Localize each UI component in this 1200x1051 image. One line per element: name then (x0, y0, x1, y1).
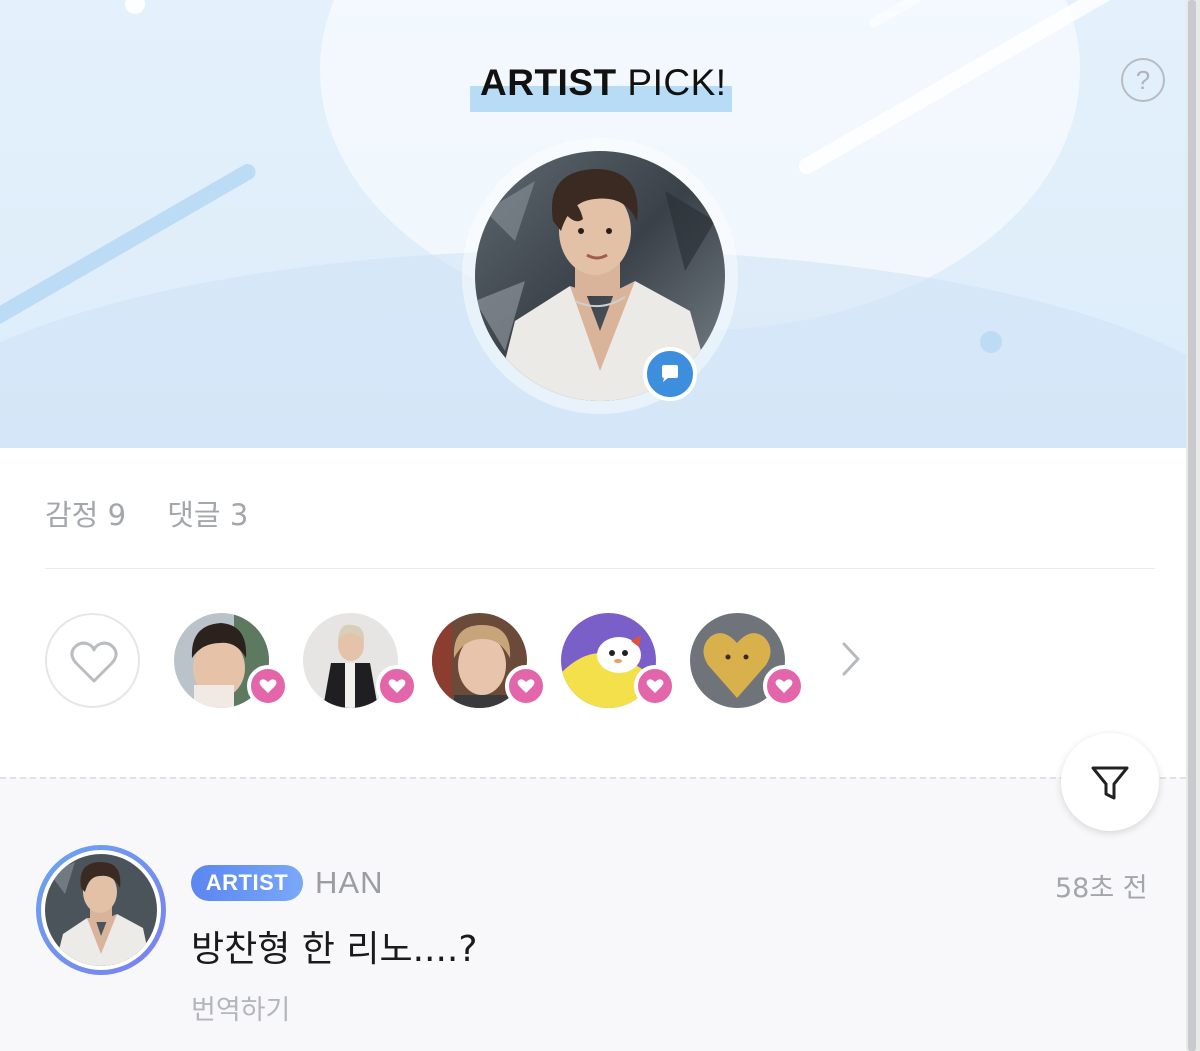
comment-author-avatar[interactable] (41, 850, 161, 970)
comment-author-name[interactable]: HAN (315, 865, 383, 901)
reactor-avatar[interactable] (174, 613, 289, 708)
reactor-avatar[interactable] (432, 613, 547, 708)
translate-link[interactable]: 번역하기 (191, 988, 290, 1027)
like-button[interactable] (45, 613, 140, 708)
section-divider (0, 777, 1186, 779)
page-title: ARTIST PICK! (470, 60, 732, 112)
title-bold: ARTIST (480, 62, 617, 103)
emotion-count[interactable]: 감정 9 (45, 498, 126, 532)
filter-button[interactable] (1061, 733, 1159, 831)
heart-filled-icon (763, 665, 805, 707)
scrollbar-thumb[interactable] (1188, 0, 1196, 1051)
reactor-avatar[interactable] (303, 613, 418, 708)
comment-text: 방찬형 한 리노....? (191, 929, 478, 970)
heart-filled-icon (247, 665, 289, 707)
chevron-right-icon[interactable] (838, 640, 866, 680)
banner-decoration (980, 331, 1002, 353)
question-circle-icon: ? (1135, 65, 1151, 95)
banner-decoration (125, 0, 145, 14)
title-light: PICK! (627, 62, 727, 103)
artist-badge: ARTIST (191, 865, 303, 901)
heart-filled-icon (376, 665, 418, 707)
chat-bubble-icon (643, 347, 697, 401)
comment-timestamp: 58초 전 (1055, 873, 1148, 904)
comment-section (0, 777, 1186, 1051)
reactor-avatar[interactable] (561, 613, 676, 708)
comment-count[interactable]: 댓글 3 (167, 498, 248, 532)
reactor-avatar[interactable] (690, 613, 805, 708)
help-button[interactable]: ? (1121, 58, 1165, 102)
artist-pick-banner: ARTIST PICK! ? (0, 0, 1186, 448)
heart-filled-icon (505, 665, 547, 707)
heart-filled-icon (634, 665, 676, 707)
filter-funnel-icon (1091, 766, 1129, 800)
heart-outline-icon (70, 641, 118, 683)
reaction-counts: 감정 9 댓글 3 (45, 492, 280, 534)
divider (45, 568, 1155, 569)
